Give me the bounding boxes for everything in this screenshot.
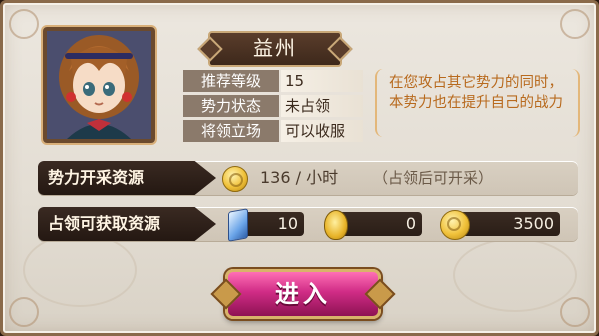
corner-ornament-top-left — [9, 9, 39, 39]
resource-value: 10 — [240, 212, 304, 236]
corner-ornament-bottom-left — [9, 297, 39, 327]
territory-name: 益州 — [253, 36, 297, 60]
occupy-label: 占领可获取资源 — [38, 207, 216, 241]
mining-rate: 136 / 小时 — [260, 168, 339, 187]
mining-label: 势力开采资源 — [38, 161, 216, 195]
crystal-icon — [228, 208, 248, 242]
general-avatar-icon — [47, 31, 151, 139]
info-row-stance: 将领立场 可以收服 — [183, 120, 363, 142]
general-portrait — [43, 27, 155, 143]
enter-button-label: 进入 — [275, 280, 331, 308]
info-value: 未占领 — [281, 95, 363, 117]
info-label: 将领立场 — [183, 120, 279, 142]
gold-coin-icon — [440, 210, 470, 240]
mining-resource-bar: 势力开采资源 136 / 小时 （占领后可开采） — [38, 161, 578, 195]
info-value: 可以收服 — [281, 120, 363, 142]
enter-button[interactable]: 进入 — [225, 269, 381, 319]
territory-description: 在您攻占其它势力的同时，本势力也在提升自己的战力 — [375, 69, 580, 137]
mining-note: （占领后可开采） — [373, 169, 494, 187]
info-row-level: 推荐等级 15 — [183, 70, 363, 92]
background-swirl — [23, 233, 137, 307]
corner-ornament-top-right — [560, 9, 590, 39]
info-value: 15 — [281, 70, 363, 92]
info-label: 推荐等级 — [183, 70, 279, 92]
background-swirl — [453, 238, 577, 312]
token-icon — [324, 210, 348, 240]
info-label: 势力状态 — [183, 95, 279, 117]
info-row-status: 势力状态 未占领 — [183, 95, 363, 117]
occupy-resource-bar: 占领可获取资源 10 0 3500 — [38, 207, 578, 242]
gold-coin-icon — [222, 166, 248, 192]
corner-ornament-bottom-right — [560, 297, 590, 327]
territory-name-plate: 益州 — [208, 31, 342, 67]
territory-info-panel: 益州 推荐等级 15 势力状态 未占领 将领立场 可以收服 在您攻占其它势力的同… — [0, 0, 599, 336]
